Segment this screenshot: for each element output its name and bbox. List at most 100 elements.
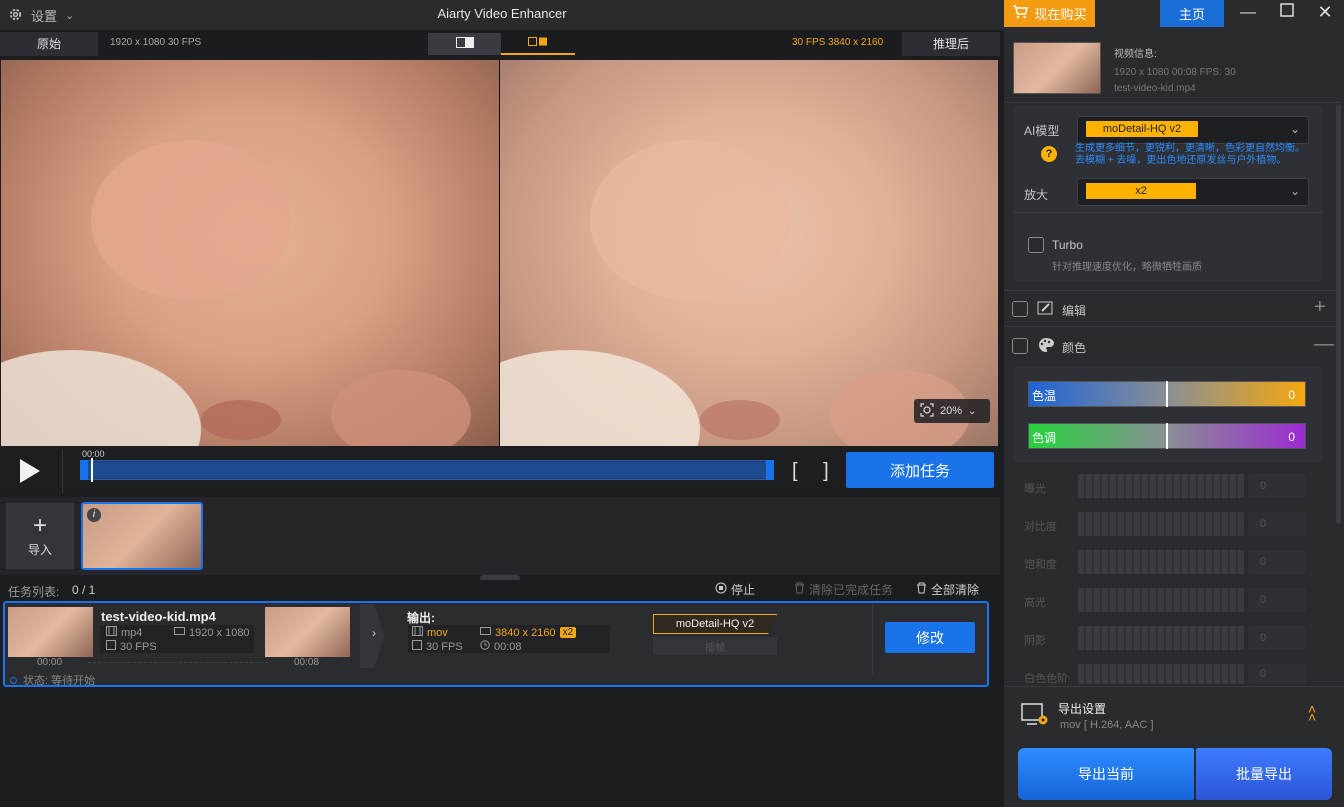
contrast-value[interactable]: 0 (1248, 512, 1306, 536)
output-label: 输出: (407, 611, 435, 625)
shadows-slider[interactable] (1078, 626, 1244, 650)
split-view-icon (456, 37, 474, 51)
scrollbar[interactable] (1336, 104, 1341, 524)
export-settings-value: mov [ H.264, AAC ] (1060, 719, 1154, 731)
shadows-value[interactable]: 0 (1248, 626, 1306, 650)
tasklist-count: 0 / 1 (72, 583, 96, 597)
help-icon[interactable]: ? (1041, 146, 1057, 162)
saturation-slider[interactable] (1078, 550, 1244, 574)
clear-completed-button[interactable]: 清除已完成任务 (794, 581, 893, 598)
exposure-slider[interactable] (1078, 474, 1244, 498)
color-temp-value: 0 (1288, 388, 1295, 402)
import-button[interactable]: + 导入 (6, 503, 74, 569)
export-settings-icon[interactable] (1021, 702, 1051, 731)
highlights-value[interactable]: 0 (1248, 588, 1306, 612)
film-icon (106, 626, 117, 639)
home-button[interactable]: 主页 (1160, 0, 1224, 27)
enhanced-tab: 推理后 (902, 32, 1000, 56)
source-info: 1920 x 1080 30 FPS (110, 37, 202, 48)
buy-now-label: 现在购买 (1034, 7, 1087, 22)
add-task-button[interactable]: 添加任务 (846, 452, 994, 488)
original-tab: 原始 (0, 32, 98, 56)
clear-all-button[interactable]: 全部清除 (916, 581, 979, 598)
maximize-button[interactable] (1275, 3, 1299, 23)
upscale-select[interactable]: x2 ⌄ (1077, 178, 1309, 206)
status-dot-icon (10, 676, 17, 684)
ai-model-description: 生成更多细节，更锐利，更清晰，色彩更自然均衡。去模糊 + 去噪，更出色地还原发丝… (1075, 143, 1305, 166)
exposure-label: 曝光 (1024, 483, 1046, 495)
ai-model-select[interactable]: moDetail-HQ v2 ⌄ (1077, 116, 1309, 144)
scale-badge: x2 (559, 627, 577, 638)
task-input-thumbnail (8, 607, 93, 657)
chevron-down-icon: ⌄ (968, 405, 977, 417)
plus-icon: + (32, 511, 47, 539)
info-icon[interactable]: i (87, 508, 101, 522)
trash-icon (794, 582, 805, 597)
tint-value: 0 (1288, 430, 1295, 444)
task-fps: 30 FPS (120, 640, 157, 653)
saturation-value[interactable]: 0 (1248, 550, 1306, 574)
color-temp-label: 色温 (1032, 389, 1057, 403)
output-info: 30 FPS 3840 x 2160 (792, 37, 884, 48)
app-title: Aiarty Video Enhancer (437, 6, 567, 21)
upscale-label: 放大 (1024, 188, 1049, 202)
split-view-button[interactable] (428, 33, 502, 55)
trim-start-handle[interactable] (80, 460, 88, 480)
close-button[interactable]: ✕ (1313, 2, 1337, 22)
color-temperature-slider[interactable]: 色温 0 (1028, 381, 1306, 407)
edit-icon (1037, 300, 1055, 319)
video-info-file: test-video-kid.mp4 (1114, 83, 1196, 94)
task-resolution: 1920 x 1080 (189, 626, 250, 639)
batch-export-button[interactable]: 批量导出 (1196, 748, 1332, 800)
playhead[interactable] (91, 458, 93, 482)
original-video-frame (1, 60, 499, 446)
whites-value[interactable]: 0 (1248, 664, 1306, 684)
whites-slider[interactable] (1078, 664, 1244, 684)
fps-icon (412, 640, 422, 653)
video-info-thumbnail (1013, 42, 1101, 94)
exposure-value[interactable]: 0 (1248, 474, 1306, 498)
clip-thumbnail[interactable]: i (81, 502, 203, 570)
color-checkbox[interactable] (1012, 338, 1028, 354)
resolution-icon (174, 626, 185, 639)
expand-icon[interactable]: + (1314, 296, 1326, 319)
contrast-slider[interactable] (1078, 512, 1244, 536)
export-current-button[interactable]: 导出当前 (1018, 748, 1194, 800)
clock-icon (480, 640, 490, 653)
minimize-button[interactable]: — (1236, 4, 1260, 24)
edit-task-button[interactable]: 修改 (885, 622, 975, 653)
chevron-down-icon: ⌄ (1289, 122, 1300, 136)
export-settings-label: 导出设置 (1058, 702, 1107, 716)
stop-button[interactable]: 停止 (715, 581, 755, 598)
timeline-time: 00:00 (82, 449, 105, 459)
play-button[interactable] (18, 457, 44, 485)
edit-section-label: 编辑 (1062, 304, 1087, 318)
trim-brackets-button[interactable]: [ ] (792, 460, 839, 483)
ai-model-value: moDetail-HQ v2 (1086, 121, 1198, 137)
turbo-checkbox[interactable] (1028, 237, 1044, 253)
cart-icon (1012, 5, 1029, 22)
buy-now-button[interactable]: 现在购买 (1004, 0, 1095, 27)
edit-checkbox[interactable] (1012, 301, 1028, 317)
upscale-value: x2 (1086, 183, 1196, 199)
output-resolution: 3840 x 2160 (495, 626, 556, 639)
zoom-icon (920, 402, 934, 420)
tint-slider[interactable]: 色调 0 (1028, 423, 1306, 449)
trash-icon (916, 582, 927, 597)
highlights-slider[interactable] (1078, 588, 1244, 612)
stop-icon (715, 582, 727, 597)
video-info-details: 1920 x 1080 00:08 FPS: 30 (1114, 67, 1236, 78)
task-format: mp4 (121, 626, 143, 639)
collapse-icon[interactable]: — (1314, 333, 1334, 356)
trim-end-handle[interactable] (766, 460, 774, 480)
zoom-control[interactable]: 20% ⌄ (914, 399, 990, 423)
chevron-up-icon[interactable]: ˄ ˄ (1308, 702, 1316, 724)
highlights-label: 高光 (1024, 597, 1046, 609)
fps-icon (106, 640, 116, 653)
side-by-side-button[interactable] (501, 33, 575, 55)
output-format: mov (427, 626, 448, 639)
slider-thumb[interactable] (1166, 423, 1168, 449)
slider-thumb[interactable] (1166, 381, 1168, 407)
palette-icon (1037, 337, 1055, 356)
task-start-time: 00:00 (37, 657, 63, 668)
